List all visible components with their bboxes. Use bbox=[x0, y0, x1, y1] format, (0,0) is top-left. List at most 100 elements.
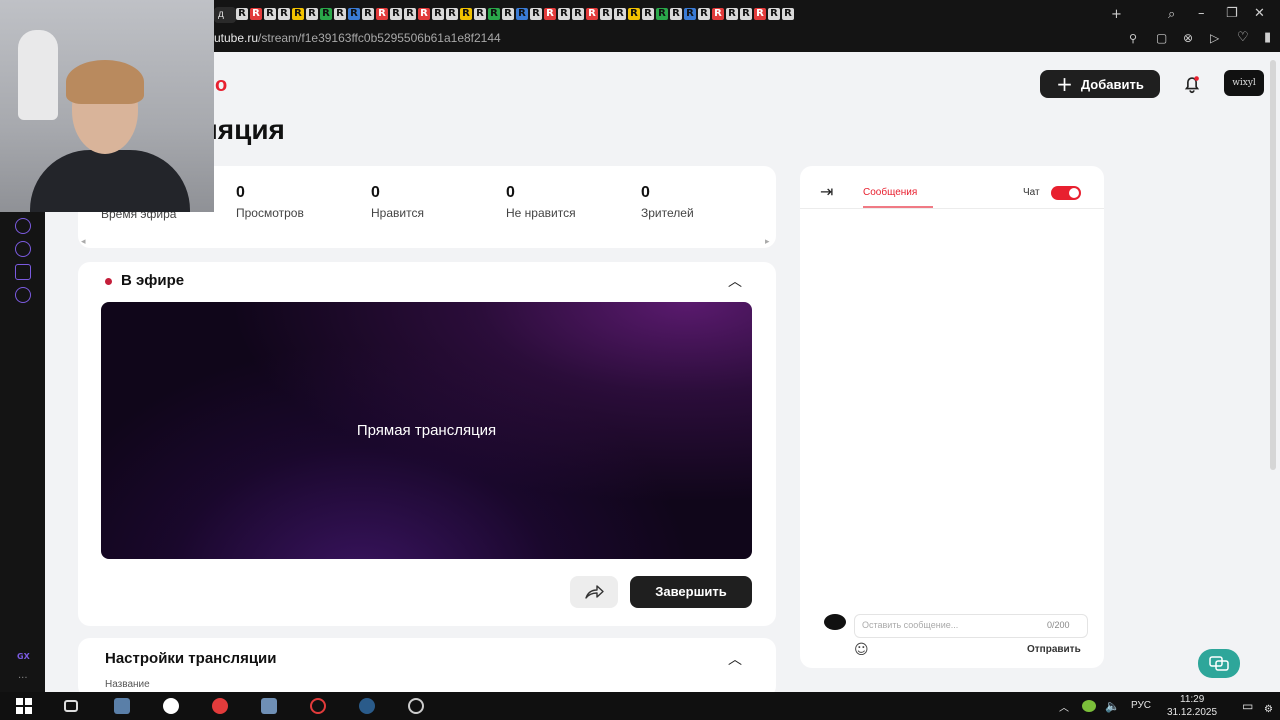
close-window-icon[interactable]: ✕ bbox=[1254, 6, 1265, 21]
browser-tab[interactable]: R bbox=[516, 8, 528, 20]
browser-tab[interactable]: R bbox=[684, 8, 696, 20]
task-view-icon[interactable] bbox=[64, 700, 78, 712]
settings-gear-icon[interactable]: ⚙ bbox=[1264, 704, 1273, 715]
browser-tab[interactable]: R bbox=[754, 8, 766, 20]
browser-tab[interactable]: R bbox=[586, 8, 598, 20]
browser-tab[interactable]: R bbox=[614, 8, 626, 20]
stat-views: 0 Просмотров bbox=[236, 184, 304, 220]
tray-overflow-icon[interactable]: ︿ bbox=[1059, 699, 1069, 714]
screenshot-icon[interactable]: ▢ bbox=[1156, 31, 1167, 45]
block-icon[interactable]: ⊗ bbox=[1183, 31, 1193, 45]
sidebar-history-icon[interactable] bbox=[15, 241, 31, 257]
tab-messages[interactable]: Сообщения bbox=[863, 187, 917, 198]
steam-icon[interactable] bbox=[359, 698, 375, 714]
browser-tab[interactable]: R bbox=[334, 8, 346, 20]
collapse-settings-chevron-icon[interactable]: ︿ bbox=[728, 649, 742, 669]
browser-tab[interactable]: R bbox=[362, 8, 374, 20]
browser-tab[interactable]: R bbox=[544, 8, 556, 20]
chat-tabs-divider bbox=[800, 208, 1104, 209]
browser-tab[interactable]: R bbox=[390, 8, 402, 20]
browser-tab[interactable]: R bbox=[432, 8, 444, 20]
browser-tab[interactable]: R bbox=[488, 8, 500, 20]
network-icon[interactable] bbox=[1082, 700, 1096, 712]
browser-tab[interactable]: R bbox=[502, 8, 514, 20]
browser-tab[interactable]: R bbox=[572, 8, 584, 20]
page-scrollbar-thumb[interactable] bbox=[1270, 60, 1276, 470]
sidebar-toggle-icon[interactable]: ▮ bbox=[1264, 30, 1271, 45]
browser-tab[interactable]: R bbox=[404, 8, 416, 20]
browser-tab[interactable]: R bbox=[740, 8, 752, 20]
send-icon[interactable]: ▷ bbox=[1210, 31, 1219, 45]
tab-strip[interactable]: RRRRRRRRRRRRRRRRRRRRRRRRRRRRRRRRRRRRRRRR bbox=[236, 8, 1106, 22]
support-chat-icon bbox=[1209, 655, 1229, 671]
clock-date[interactable]: 31.12.2025 bbox=[1167, 707, 1217, 718]
browser-tab[interactable]: R bbox=[348, 8, 360, 20]
file-explorer-icon[interactable] bbox=[114, 698, 130, 714]
share-button[interactable] bbox=[570, 576, 618, 608]
minimize-icon[interactable]: – bbox=[1198, 6, 1205, 21]
active-tab[interactable]: д bbox=[214, 7, 236, 23]
chat-toggle[interactable] bbox=[1051, 186, 1081, 200]
browser-tab[interactable]: R bbox=[264, 8, 276, 20]
language-indicator[interactable]: РУС bbox=[1131, 700, 1151, 711]
heart-icon[interactable]: ♡ bbox=[1237, 30, 1249, 45]
browser-tab[interactable]: R bbox=[698, 8, 710, 20]
finish-stream-button[interactable]: Завершить bbox=[630, 576, 752, 608]
user-avatar[interactable]: wixyl bbox=[1224, 70, 1264, 96]
browser-tab[interactable]: R bbox=[782, 8, 794, 20]
browser-tab[interactable]: R bbox=[306, 8, 318, 20]
browser-tab[interactable]: R bbox=[376, 8, 388, 20]
yandex-browser-icon[interactable] bbox=[163, 698, 179, 714]
browser-tab[interactable]: R bbox=[628, 8, 640, 20]
browser-tab[interactable]: R bbox=[726, 8, 738, 20]
volume-icon[interactable]: 🔈 bbox=[1105, 699, 1120, 713]
emoji-icon[interactable]: ☺ bbox=[854, 642, 869, 658]
send-message-button[interactable]: Отправить bbox=[1027, 644, 1081, 655]
active-tab-label: д bbox=[218, 9, 224, 20]
notifications-icon[interactable]: ▭ bbox=[1242, 699, 1253, 713]
search-icon[interactable]: ⌕ bbox=[1168, 7, 1175, 22]
sidebar-extensions-icon[interactable] bbox=[15, 264, 31, 280]
browser-tab[interactable]: R bbox=[656, 8, 668, 20]
browser-tab[interactable]: R bbox=[642, 8, 654, 20]
browser-tab[interactable]: R bbox=[474, 8, 486, 20]
support-button[interactable] bbox=[1198, 649, 1240, 678]
scroll-left-icon[interactable]: ◂ bbox=[81, 237, 86, 247]
browser-tab[interactable]: R bbox=[292, 8, 304, 20]
clock-time[interactable]: 11:29 bbox=[1180, 694, 1204, 705]
new-tab-icon[interactable]: + bbox=[1111, 7, 1122, 22]
site-logo[interactable]: о bbox=[215, 74, 227, 97]
browser-tab[interactable]: R bbox=[460, 8, 472, 20]
browser-tab[interactable]: R bbox=[278, 8, 290, 20]
browser-tab[interactable]: R bbox=[446, 8, 458, 20]
yandex-icon[interactable] bbox=[212, 698, 228, 714]
browser-tab[interactable]: R bbox=[712, 8, 724, 20]
more-icon[interactable]: ··· bbox=[18, 673, 28, 684]
browser-tab[interactable]: R bbox=[768, 8, 780, 20]
scroll-right-icon[interactable]: ▸ bbox=[765, 237, 770, 247]
browser-tab[interactable]: R bbox=[320, 8, 332, 20]
collapse-live-chevron-icon[interactable]: ︿ bbox=[728, 271, 742, 291]
start-menu-icon[interactable] bbox=[16, 698, 32, 714]
browser-tab[interactable]: R bbox=[236, 8, 248, 20]
sidebar-player-icon[interactable] bbox=[15, 218, 31, 234]
stat-viewers-value: 0 bbox=[641, 184, 650, 201]
tab-messages-underline bbox=[863, 206, 933, 208]
obs-icon[interactable] bbox=[408, 698, 424, 714]
gx-icon[interactable]: GX bbox=[17, 652, 30, 661]
collapse-chat-icon[interactable]: ⇥ bbox=[820, 182, 833, 201]
browser-tab[interactable]: R bbox=[600, 8, 612, 20]
url-text[interactable]: utube.ru/stream/f1e39163ffc0b5295506b61a… bbox=[214, 31, 501, 45]
browser-tab[interactable]: R bbox=[418, 8, 430, 20]
opera-gx-icon[interactable] bbox=[310, 698, 326, 714]
pin-icon[interactable]: ⚲ bbox=[1129, 32, 1137, 45]
browser-tab[interactable]: R bbox=[530, 8, 542, 20]
browser-tab[interactable]: R bbox=[250, 8, 262, 20]
add-button[interactable]: + Добавить bbox=[1040, 70, 1160, 98]
notifications-bell-icon[interactable] bbox=[1181, 73, 1203, 95]
sidebar-settings-icon[interactable] bbox=[15, 287, 31, 303]
restore-icon[interactable]: ❐ bbox=[1226, 6, 1238, 21]
browser-tab[interactable]: R bbox=[558, 8, 570, 20]
browser-tab[interactable]: R bbox=[670, 8, 682, 20]
media-player-icon[interactable] bbox=[261, 698, 277, 714]
